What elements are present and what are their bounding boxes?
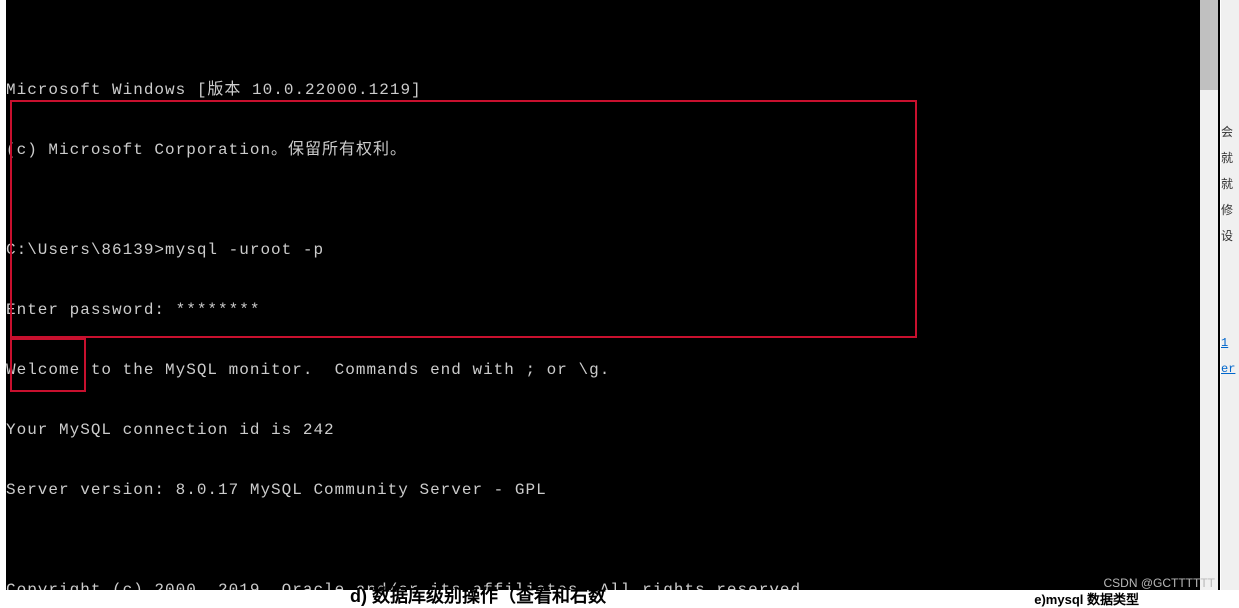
terminal-content: Microsoft Windows [版本 10.0.22000.1219] (… — [6, 40, 1220, 590]
terminal-line: Welcome to the MySQL monitor. Commands e… — [6, 360, 1220, 380]
terminal-line-command: C:\Users\86139>mysql -uroot -p — [6, 240, 1220, 260]
scrollbar-thumb[interactable] — [1200, 0, 1218, 90]
background-heading-center: d) 数据库级别操作（查看和右数 — [350, 582, 606, 608]
bg-fragment-spacer — [1221, 250, 1239, 330]
bg-fragment: 修 — [1221, 198, 1239, 224]
terminal-line: (c) Microsoft Corporation。保留所有权利。 — [6, 140, 1220, 160]
terminal-line-password: Enter password: ******** — [6, 300, 1220, 320]
terminal-scrollbar[interactable] — [1200, 0, 1218, 590]
bg-fragment: 设 — [1221, 224, 1239, 250]
background-text-fragments: 会 就 就 修 设 1 er — [1221, 120, 1239, 382]
terminal-line: Your MySQL connection id is 242 — [6, 420, 1220, 440]
background-heading-right: e)mysql 数据类型 — [1034, 589, 1139, 608]
terminal-line: Server version: 8.0.17 MySQL Community S… — [6, 480, 1220, 500]
terminal-line: Microsoft Windows [版本 10.0.22000.1219] — [6, 80, 1220, 100]
bg-fragment-link[interactable]: 1 — [1221, 330, 1239, 356]
bg-fragment: 就 — [1221, 172, 1239, 198]
terminal-window[interactable]: Microsoft Windows [版本 10.0.22000.1219] (… — [6, 0, 1220, 590]
bg-fragment: 就 — [1221, 146, 1239, 172]
page-background-right: 会 就 就 修 设 1 er — [1221, 0, 1239, 590]
bg-fragment: 会 — [1221, 120, 1239, 146]
watermark-text: CSDN @GCTTTTTT — [1104, 576, 1216, 590]
bg-fragment-link[interactable]: er — [1221, 356, 1239, 382]
